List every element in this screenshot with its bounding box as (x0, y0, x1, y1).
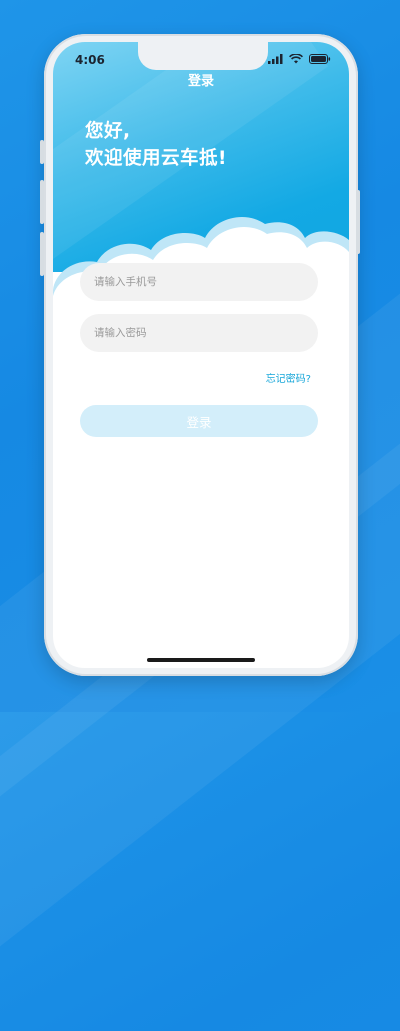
side-button (356, 190, 360, 254)
home-indicator (147, 658, 255, 662)
greeting-line-welcome: 欢迎使用云车抵! (85, 148, 227, 169)
battery-icon (309, 54, 331, 64)
wifi-icon (289, 54, 303, 64)
status-icons (268, 54, 331, 64)
side-button (40, 140, 44, 164)
greeting-text: 您好, 欢迎使用云车抵! (85, 118, 227, 172)
app-screen: 4:06 登录 您好, 欢迎使用云车抵! 忘记密码? 登录 (53, 42, 349, 668)
device-notch (138, 42, 268, 70)
password-input[interactable] (80, 314, 318, 352)
status-time: 4:06 (75, 53, 105, 67)
side-button (40, 232, 44, 276)
greeting-line-hello: 您好, (85, 121, 131, 142)
forgot-password-link[interactable]: 忘记密码? (266, 370, 311, 385)
page-title: 登录 (187, 74, 214, 89)
phone-input[interactable] (80, 263, 318, 301)
login-button[interactable]: 登录 (80, 405, 318, 437)
signal-icon (268, 54, 283, 64)
side-button (40, 180, 44, 224)
